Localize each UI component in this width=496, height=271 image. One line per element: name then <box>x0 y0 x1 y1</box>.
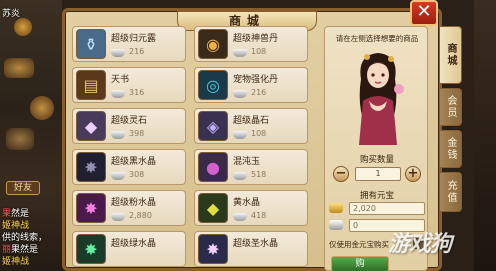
item-price: 216 <box>129 47 145 56</box>
selection-hint: 请在左侧选择想要的商品 <box>335 34 419 43</box>
item-name: 超级晶石 <box>233 116 270 126</box>
site-watermark: 游戏狗 <box>388 232 452 257</box>
gold-ingot-row: 2,020 <box>329 202 425 215</box>
item-price: 108 <box>251 129 267 138</box>
shop-item[interactable]: ✸ 超级粉水晶 2,880 <box>72 190 186 226</box>
book-icon: ▤ <box>76 70 106 100</box>
item-price: 2,880 <box>129 211 152 220</box>
holy-crystal-icon: ✸ <box>198 234 228 264</box>
item-price: 518 <box>251 170 267 179</box>
spirit-stone-icon: ◆ <box>76 111 106 141</box>
game-background-right <box>474 0 496 271</box>
tab-member[interactable]: 会员 <box>440 88 462 126</box>
shop-item[interactable]: ✸ 超级黑水晶 308 <box>72 149 186 185</box>
bottle-icon: ⚱ <box>76 29 106 59</box>
item-name: 宠物强化丹 <box>233 75 279 85</box>
silver-ingot-icon <box>111 131 125 139</box>
item-grid: ⚱ 超级归元露 216 ◉ 超级神兽丹 108 ▤ 天书 316 ◎ 宠物强化丹… <box>72 26 318 271</box>
tab-money[interactable]: 金钱 <box>440 130 462 168</box>
crystal-icon: ◈ <box>198 111 228 141</box>
green-crystal-icon: ✸ <box>76 234 106 264</box>
shop-item[interactable]: ✸ 超级圣水晶 <box>194 231 308 267</box>
silver-ingot-icon <box>329 220 343 230</box>
item-name: 黄水晶 <box>233 198 261 208</box>
item-price: 216 <box>251 88 267 97</box>
silver-ingot-icon <box>111 213 125 221</box>
shop-item[interactable]: ✸ 超级绿水晶 <box>72 231 186 267</box>
scene-ornament <box>6 128 34 150</box>
shop-item[interactable]: ◉ 超级神兽丹 108 <box>194 26 308 62</box>
pill-icon: ◉ <box>198 29 228 59</box>
scene-ornament <box>14 18 32 36</box>
item-price: 108 <box>251 47 267 56</box>
shop-item[interactable]: ◆ 超级灵石 398 <box>72 108 186 144</box>
item-price: 418 <box>251 211 267 220</box>
item-price: 308 <box>129 170 145 179</box>
chat-line: 姬神战 <box>2 257 30 267</box>
item-name: 混沌玉 <box>233 157 261 167</box>
silver-ingot-icon <box>233 131 247 139</box>
item-name: 超级绿水晶 <box>111 239 157 249</box>
shop-item[interactable]: ● 混沌玉 518 <box>194 149 308 185</box>
tab-shop[interactable]: 商城 <box>440 26 462 84</box>
shop-item[interactable]: ◆ 黄水晶 418 <box>194 190 308 226</box>
chat-line: 苏炎 <box>2 9 21 19</box>
tab-recharge[interactable]: 充值 <box>440 172 462 212</box>
gold-only-label: 仅使用金元宝购买 <box>329 240 389 249</box>
friends-badge[interactable]: 好友 <box>6 181 40 195</box>
item-price: 316 <box>129 88 145 97</box>
jade-icon: ● <box>198 152 228 182</box>
orb-icon: ◎ <box>198 70 228 100</box>
owned-ingot-label: 拥有元宝 <box>359 191 394 201</box>
silver-ingot-icon <box>233 213 247 221</box>
scene-ornament <box>4 58 34 78</box>
black-crystal-icon: ✸ <box>76 152 106 182</box>
silver-ingot-icon <box>233 90 247 98</box>
shop-item[interactable]: ▤ 天书 316 <box>72 67 186 103</box>
item-price: 398 <box>129 129 145 138</box>
item-name: 超级神兽丹 <box>233 34 279 44</box>
silver-ingot-icon <box>233 49 247 57</box>
item-name: 天书 <box>111 75 130 85</box>
item-name: 超级灵石 <box>111 116 148 126</box>
gold-ingot-icon <box>329 203 343 213</box>
yellow-crystal-icon: ◆ <box>198 193 228 223</box>
decrease-button[interactable]: − <box>333 166 349 182</box>
silver-ingot-icon <box>111 49 125 57</box>
close-button[interactable]: ✕ <box>410 0 438 26</box>
item-name: 超级粉水晶 <box>111 198 157 208</box>
shop-item[interactable]: ◎ 宠物强化丹 216 <box>194 67 308 103</box>
item-name: 超级归元露 <box>111 34 157 44</box>
gold-ingot-value: 2,020 <box>349 202 425 215</box>
item-name: 超级黑水晶 <box>111 157 157 167</box>
game-background-left: 苏炎 果然是 姬神战 供的线索， 丽果然是 姬神战 好友 <box>0 0 62 271</box>
shopkeeper-portrait <box>359 53 404 145</box>
pink-crystal-icon: ✸ <box>76 193 106 223</box>
silver-ingot-icon <box>111 90 125 98</box>
silver-ingot-icon <box>233 172 247 180</box>
quantity-field[interactable]: 1 <box>355 167 401 181</box>
silver-ingot-icon <box>111 172 125 180</box>
item-name: 超级圣水晶 <box>233 239 279 249</box>
shop-item[interactable]: ◈ 超级晶石 108 <box>194 108 308 144</box>
increase-button[interactable]: + <box>405 166 421 182</box>
quantity-label: 购买数量 <box>359 155 394 165</box>
shop-item[interactable]: ⚱ 超级归元露 216 <box>72 26 186 62</box>
scene-ornament <box>30 96 54 120</box>
buy-button[interactable]: 购 <box>331 256 389 271</box>
